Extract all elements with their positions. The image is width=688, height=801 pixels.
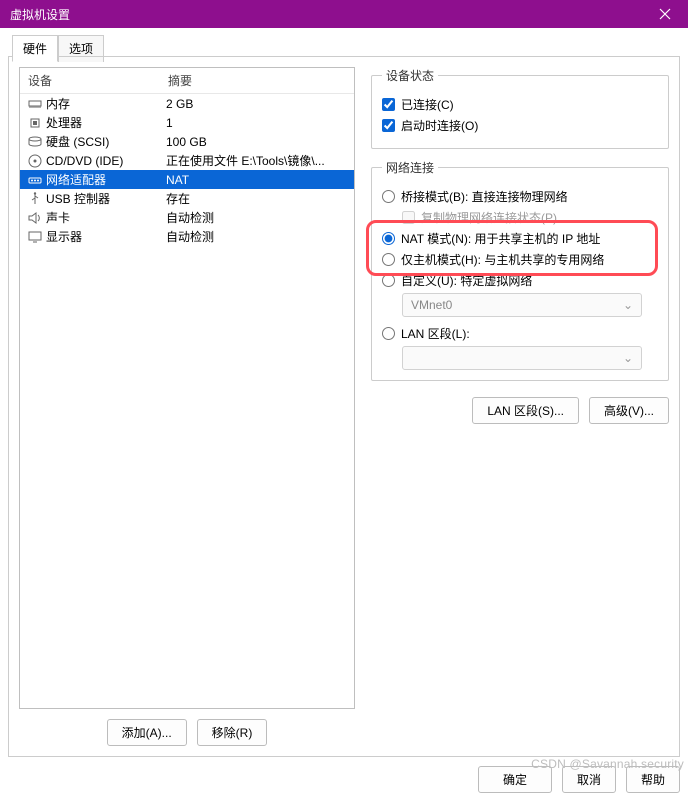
ok-button[interactable]: 确定 bbox=[478, 766, 552, 793]
radio-host-only[interactable]: 仅主机模式(H): 与主机共享的专用网络 bbox=[382, 251, 658, 268]
hardware-name: 处理器 bbox=[46, 114, 82, 131]
cpu-icon bbox=[26, 116, 44, 130]
network-connection-group: 网络连接 桥接模式(B): 直接连接物理网络 复制物理网络连接状态(P) NAT… bbox=[371, 159, 669, 381]
memory-icon bbox=[26, 98, 44, 110]
advanced-button[interactable]: 高级(V)... bbox=[589, 397, 669, 424]
hardware-list[interactable]: 设备 摘要 内存 2 GB 处理器 1 硬盘 (SCSI) 100 GB CD/DVD (I… bbox=[19, 67, 355, 709]
hardware-name: 内存 bbox=[46, 95, 70, 112]
hardware-summary: 正在使用文件 E:\Tools\镜像\... bbox=[166, 152, 348, 169]
radio-lan-segment[interactable]: LAN 区段(L): bbox=[382, 325, 658, 342]
network-icon bbox=[26, 174, 44, 186]
lan-segments-button[interactable]: LAN 区段(S)... bbox=[472, 397, 579, 424]
help-button[interactable]: 帮助 bbox=[626, 766, 680, 793]
hardware-summary: 1 bbox=[166, 116, 348, 130]
hardware-summary: 自动检测 bbox=[166, 209, 348, 226]
hardware-name: 网络适配器 bbox=[46, 171, 106, 188]
dialog-footer: 确定 取消 帮助 bbox=[478, 766, 680, 793]
remove-hardware-button[interactable]: 移除(R) bbox=[197, 719, 268, 746]
disk-icon bbox=[26, 136, 44, 148]
replicate-state-checkbox: 复制物理网络连接状态(P) bbox=[402, 209, 658, 226]
hardware-name: 显示器 bbox=[46, 228, 82, 245]
radio-custom[interactable]: 自定义(U): 特定虚拟网络 bbox=[382, 272, 658, 289]
hardware-summary: 2 GB bbox=[166, 97, 348, 111]
hardware-row[interactable]: USB 控制器 存在 bbox=[20, 189, 354, 208]
close-icon bbox=[659, 8, 671, 20]
hardware-summary: 存在 bbox=[166, 190, 348, 207]
hardware-row[interactable]: 处理器 1 bbox=[20, 113, 354, 132]
hardware-summary: 100 GB bbox=[166, 135, 348, 149]
hardware-row[interactable]: 声卡 自动检测 bbox=[20, 208, 354, 227]
col-summary: 摘要 bbox=[168, 72, 348, 89]
hardware-name: 声卡 bbox=[46, 209, 70, 226]
col-device: 设备 bbox=[28, 72, 168, 89]
connect-at-poweron-checkbox[interactable]: 启动时连接(O) bbox=[382, 117, 658, 134]
connected-checkbox[interactable]: 已连接(C) bbox=[382, 96, 658, 113]
tab-body: 设备 摘要 内存 2 GB 处理器 1 硬盘 (SCSI) 100 GB CD/DVD (I… bbox=[8, 56, 680, 757]
chevron-down-icon: ⌄ bbox=[623, 298, 633, 312]
radio-nat[interactable]: NAT 模式(N): 用于共享主机的 IP 地址 bbox=[382, 230, 658, 247]
radio-bridged[interactable]: 桥接模式(B): 直接连接物理网络 bbox=[382, 188, 658, 205]
lan-segment-combo: ⌄ bbox=[402, 346, 642, 370]
hardware-row[interactable]: 显示器 自动检测 bbox=[20, 227, 354, 246]
hardware-row[interactable]: 网络适配器 NAT bbox=[20, 170, 354, 189]
title-bar: 虚拟机设置 bbox=[0, 0, 688, 28]
chevron-down-icon: ⌄ bbox=[623, 351, 633, 365]
hardware-row[interactable]: CD/DVD (IDE) 正在使用文件 E:\Tools\镜像\... bbox=[20, 151, 354, 170]
display-icon bbox=[26, 231, 44, 243]
tab-hardware[interactable]: 硬件 bbox=[12, 35, 58, 62]
window-close-button[interactable] bbox=[642, 0, 688, 28]
cancel-button[interactable]: 取消 bbox=[562, 766, 616, 793]
add-hardware-button[interactable]: 添加(A)... bbox=[107, 719, 187, 746]
network-connection-legend: 网络连接 bbox=[382, 159, 438, 176]
window-title: 虚拟机设置 bbox=[10, 6, 70, 23]
usb-icon bbox=[26, 192, 44, 206]
device-state-group: 设备状态 已连接(C) 启动时连接(O) bbox=[371, 67, 669, 149]
hardware-row[interactable]: 内存 2 GB bbox=[20, 94, 354, 113]
device-state-legend: 设备状态 bbox=[382, 67, 438, 84]
hardware-summary: 自动检测 bbox=[166, 228, 348, 245]
hardware-name: 硬盘 (SCSI) bbox=[46, 133, 109, 150]
cd-icon bbox=[26, 154, 44, 168]
hardware-row[interactable]: 硬盘 (SCSI) 100 GB bbox=[20, 132, 354, 151]
hardware-name: USB 控制器 bbox=[46, 190, 110, 207]
hardware-list-header: 设备 摘要 bbox=[20, 68, 354, 94]
hardware-name: CD/DVD (IDE) bbox=[46, 154, 123, 168]
sound-icon bbox=[26, 212, 44, 224]
hardware-summary: NAT bbox=[166, 173, 348, 187]
custom-network-combo: VMnet0 ⌄ bbox=[402, 293, 642, 317]
